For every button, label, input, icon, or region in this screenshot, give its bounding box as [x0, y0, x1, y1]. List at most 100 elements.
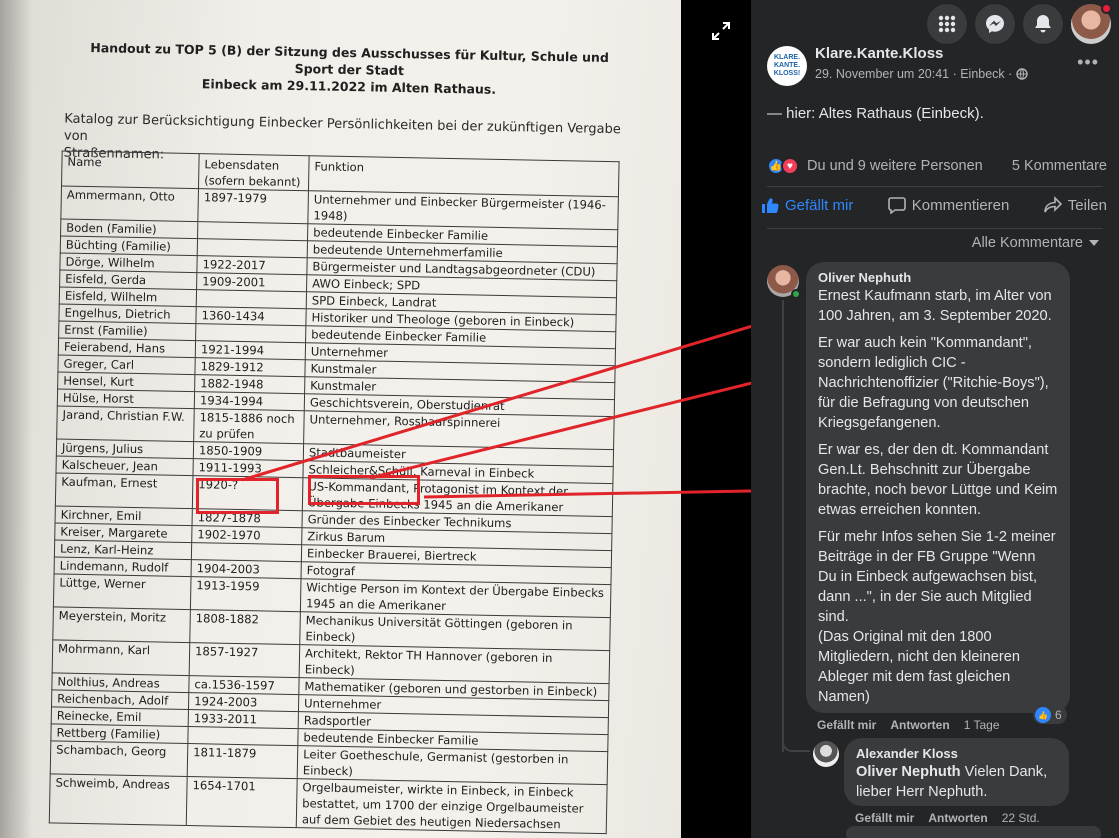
thread-connector: [782, 728, 810, 752]
comment-author[interactable]: Oliver Nephuth: [818, 270, 1058, 285]
name-cell: Nolthius, Andreas: [51, 672, 190, 693]
reply-actions: Gefällt mir Antworten 22 Std.: [855, 811, 1040, 825]
lifedates-cell: 1913-1959: [190, 576, 302, 612]
reply-like-link[interactable]: Gefällt mir: [855, 811, 914, 825]
function-cell: Mechanikus Universität Göttingen (gebore…: [299, 611, 611, 651]
more-options-icon[interactable]: •••: [1077, 52, 1099, 73]
lifedates-cell: 1933-2011: [188, 709, 299, 729]
lifedates-cell: ca.1536-1597: [188, 675, 300, 695]
name-cell: Jarand, Christian F.W.: [56, 405, 195, 442]
top-nav-icons: [927, 3, 1112, 44]
name-cell: Reinecke, Emil: [51, 706, 189, 727]
name-cell: Rettberg (Familie): [50, 723, 189, 744]
share-button[interactable]: Teilen: [1043, 196, 1107, 214]
name-cell: Greger, Carl: [57, 354, 196, 375]
divider: [767, 186, 1103, 187]
reply-avatar[interactable]: [813, 741, 839, 767]
post-text: — hier: Altes Rathaus (Einbeck).: [767, 105, 984, 122]
lifedates-cell: 1829-1912: [194, 357, 306, 377]
reply-text: Oliver Nephuth Vielen Dank, lieber Herr …: [856, 762, 1057, 802]
comment-paragraph: Er war es, der den dt. Kommandant Gen.Lt…: [818, 442, 1058, 518]
menu-grid-icon[interactable]: [927, 4, 967, 44]
lifedates-cell: 1909-2001: [196, 272, 307, 292]
notifications-bell-icon[interactable]: [1023, 4, 1063, 44]
header-name: Name: [61, 151, 200, 189]
photo-viewer: Handout zu TOP 5 (B) der Sitzung des Aus…: [0, 0, 681, 838]
lifedates-cell: [195, 323, 306, 343]
name-cell: Schweimb, Andreas: [49, 773, 188, 826]
like-label: Gefällt mir: [785, 196, 854, 214]
comment-icon: [887, 197, 906, 214]
document-photo: Handout zu TOP 5 (B) der Sitzung des Aus…: [0, 0, 681, 838]
facebook-post-pane: KLARE. KANTE. KLOSS! Klare.Kante.Kloss 2…: [751, 0, 1119, 838]
name-cell: Kaufman, Ernest: [55, 472, 193, 509]
table-row: Schweimb, Andreas 1654-1701 Orgelbaumeiste…: [49, 773, 608, 834]
handout-page: Handout zu TOP 5 (B) der Sitzung des Aus…: [20, 30, 676, 838]
name-cell: Meyerstein, Moritz: [52, 606, 191, 643]
lifedates-cell: 1808-1882: [189, 609, 301, 645]
reply-age[interactable]: 22 Std.: [1002, 811, 1040, 825]
lifedates-cell: 1897-1979: [197, 188, 309, 224]
lifedates-cell: 1904-2003: [191, 559, 302, 579]
function-cell: Wichtige Person im Kontext der Übergabe …: [300, 578, 611, 618]
name-cell: Büchting (Familie): [60, 236, 198, 256]
name-cell: Jürgens, Julius: [56, 438, 194, 459]
lifedates-cell: 1654-1701: [186, 776, 298, 828]
comment-filter-dropdown[interactable]: Alle Kommentare: [972, 235, 1099, 251]
header-lebensdaten: Lebensdaten (sofern bekannt): [198, 153, 310, 191]
comment-label: Kommentieren: [911, 196, 1010, 214]
lifedates-cell: 1921-1994: [195, 340, 306, 360]
page-name-link[interactable]: Klare.Kante.Kloss: [815, 45, 943, 62]
handout-title: Handout zu TOP 5 (B) der Sitzung des Aus…: [79, 39, 620, 100]
comment-like-count[interactable]: 👍 6: [1033, 706, 1067, 724]
account-avatar[interactable]: [1071, 3, 1112, 44]
lifedates-cell: 1902-1970: [191, 525, 302, 545]
reactions-text[interactable]: Du und 9 weitere Personen: [807, 158, 983, 174]
name-cell: Schambach, Georg: [50, 740, 188, 777]
name-cell: Mohrmann, Karl: [52, 639, 190, 676]
comment-reply-link[interactable]: Antworten: [890, 718, 949, 732]
reaction-summary: 👍 ♥ Du und 9 weitere Personen 5 Kommenta…: [767, 157, 1107, 175]
name-cell: Feierabend, Hans: [58, 337, 196, 358]
thumbs-up-icon: [762, 198, 779, 214]
lifedates-cell: 1934-1994: [194, 391, 305, 411]
lifedates-cell: 1811-1879: [187, 743, 298, 779]
comment-button[interactable]: Kommentieren: [887, 196, 1010, 214]
thread-line: [782, 300, 784, 752]
lifedates-cell: [197, 221, 308, 241]
expand-icon[interactable]: [710, 20, 732, 42]
lifedates-cell: [187, 726, 299, 746]
lifedates-cell: [196, 289, 307, 309]
name-cell: Reichenbach, Adolf: [51, 689, 189, 710]
name-cell: Hülse, Horst: [57, 388, 195, 409]
share-label: Teilen: [1067, 196, 1107, 214]
love-reaction-icon: ♥: [781, 157, 799, 175]
reply-author[interactable]: Alexander Kloss: [856, 746, 1057, 761]
comment-paragraph: Er war auch kein "Kommandant", sondern l…: [818, 335, 1049, 431]
page-logo[interactable]: KLARE. KANTE. KLOSS!: [767, 46, 807, 86]
like-reaction-icon: 👍: [1035, 707, 1051, 723]
reply-mention[interactable]: Oliver Nephuth: [856, 764, 961, 780]
commenter-avatar[interactable]: [767, 265, 801, 299]
name-cell: Kirchner, Emil: [55, 505, 193, 526]
like-button[interactable]: Gefällt mir: [761, 196, 853, 214]
post-location-link[interactable]: Altes Rathaus (Einbeck).: [819, 105, 984, 122]
post-timestamp[interactable]: 29. November um 20:41 · Einbeck ·: [815, 67, 1012, 81]
name-cell: Ernst (Familie): [58, 320, 196, 341]
name-cell: Lenz, Karl-Heinz: [54, 539, 192, 560]
name-cell: Hensel, Kurt: [57, 371, 195, 392]
post-action-bar: Gefällt mir Kommentieren Teilen: [761, 196, 1107, 214]
reply-reply-link[interactable]: Antworten: [928, 811, 987, 825]
messenger-icon[interactable]: [975, 4, 1015, 44]
lifedates-cell: [191, 542, 302, 562]
function-cell: Architekt, Rektor TH Hannover (geboren i…: [299, 644, 610, 684]
comments-count[interactable]: 5 Kommentare: [1012, 158, 1107, 174]
name-cell: Lüttge, Werner: [53, 573, 192, 610]
notification-dot: [1101, 3, 1112, 14]
post-text-prefix: — hier:: [767, 105, 819, 122]
page-logo-text: KLARE. KANTE. KLOSS!: [773, 54, 801, 77]
comment-like-link[interactable]: Gefällt mir: [817, 718, 876, 732]
comment-age[interactable]: 1 Tage: [964, 718, 1000, 732]
divider: [767, 228, 1103, 229]
name-cell: Ammermann, Otto: [60, 186, 199, 222]
